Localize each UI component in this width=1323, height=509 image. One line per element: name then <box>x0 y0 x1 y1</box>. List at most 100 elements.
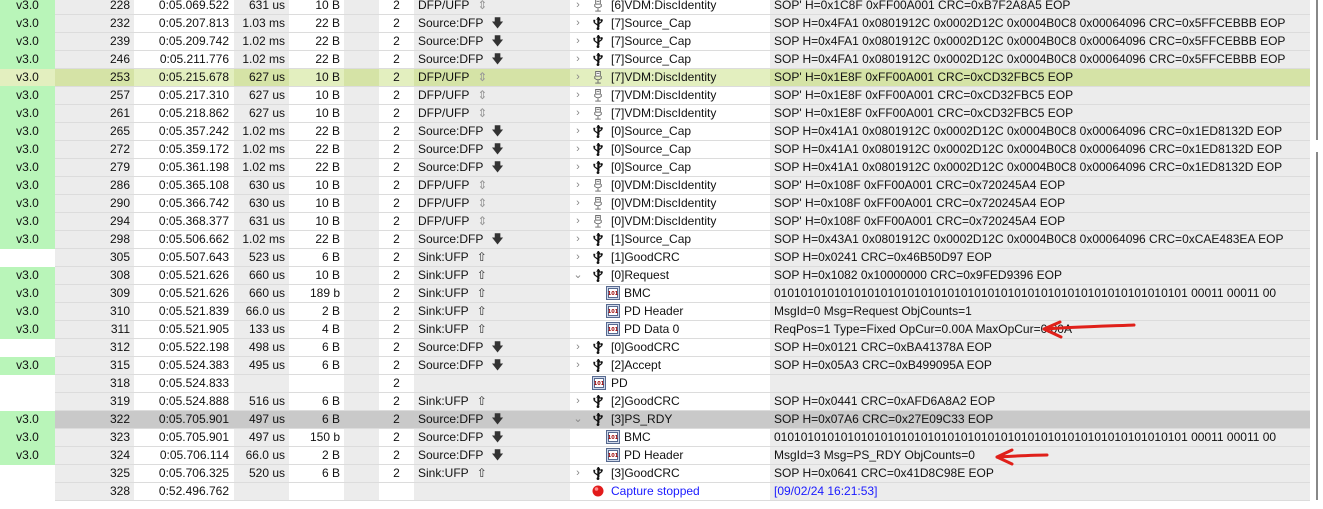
table-row[interactable]: v3.0 246 0:05.211.776 1.02 ms 22 B 2 Source:DF… <box>0 51 1310 69</box>
table-row[interactable]: v3.0 323 0:05.705.901 497 us 150 b 2 Source:DF… <box>0 429 1310 447</box>
tree-cell[interactable]: › [0]VDM:DiscIdentity <box>570 195 770 213</box>
table-row[interactable]: 312 0:05.522.198 498 us 6 B 2 Source:DFP 🡇 › [0]… <box>0 339 1310 357</box>
tree-cell[interactable]: 101 PD <box>570 375 770 393</box>
expand-chevron-icon[interactable]: › <box>573 51 583 68</box>
duration-cell: 1.02 ms <box>234 51 289 69</box>
collapse-chevron-icon[interactable]: ⌄ <box>573 267 583 284</box>
version-cell: v3.0 <box>0 105 55 123</box>
expand-chevron-icon[interactable]: › <box>573 105 583 122</box>
tree-cell[interactable]: › [1]GoodCRC <box>570 249 770 267</box>
table-row[interactable]: 325 0:05.706.325 520 us 6 B 2 Sink:UFP ⇧ › [3]Go… <box>0 465 1310 483</box>
expand-chevron-icon[interactable]: › <box>573 33 583 50</box>
tree-cell[interactable]: › [0]Source_Cap <box>570 123 770 141</box>
tree-cell[interactable]: › [0]GoodCRC <box>570 339 770 357</box>
up-arrow-icon: ⇧ <box>476 268 487 282</box>
expand-chevron-icon[interactable]: › <box>573 393 583 410</box>
table-row[interactable]: v3.0 322 0:05.705.901 497 us 6 B 2 Source:DFP 🡇… <box>0 411 1310 429</box>
expand-chevron-icon[interactable]: › <box>573 195 583 212</box>
table-row[interactable]: v3.0 239 0:05.209.742 1.02 ms 22 B 2 Source:DF… <box>0 33 1310 51</box>
empty-cell <box>344 51 379 69</box>
role-label: Source:DFP <box>418 124 484 138</box>
tree-cell[interactable]: › [0]VDM:DiscIdentity <box>570 177 770 195</box>
tree-cell[interactable]: 101 PD Header <box>570 303 770 321</box>
tree-cell[interactable]: › [7]Source_Cap <box>570 51 770 69</box>
table-row[interactable]: v3.0 294 0:05.368.377 631 us 10 B 2 DFP/UFP ⇕ › [… <box>0 213 1310 231</box>
tree-cell[interactable]: › [0]VDM:DiscIdentity <box>570 213 770 231</box>
table-row[interactable]: v3.0 257 0:05.217.310 627 us 10 B 2 DFP/UFP ⇕ › [… <box>0 87 1310 105</box>
tree-cell[interactable]: › [7]VDM:DiscIdentity <box>570 87 770 105</box>
usb-icon <box>592 250 604 264</box>
duration-cell: 630 us <box>234 195 289 213</box>
tree-cell[interactable]: › [7]Source_Cap <box>570 15 770 33</box>
tree-cell[interactable]: ⌄ [3]PS_RDY <box>570 411 770 429</box>
role-label: Sink:UFP <box>418 394 469 408</box>
packet-name: [0]VDM:DiscIdentity <box>611 178 717 192</box>
expand-chevron-icon[interactable]: › <box>573 357 583 374</box>
collapse-chevron-icon[interactable]: ⌄ <box>573 411 583 428</box>
empty-cell <box>344 483 379 501</box>
expand-chevron-icon[interactable]: › <box>573 213 583 230</box>
tree-cell[interactable]: › [7]Source_Cap <box>570 33 770 51</box>
expand-chevron-icon[interactable]: › <box>573 249 583 266</box>
tree-cell[interactable]: 101 BMC <box>570 285 770 303</box>
expand-chevron-icon[interactable]: › <box>573 339 583 356</box>
channel-cell: 2 <box>379 267 414 285</box>
table-row[interactable]: v3.0 286 0:05.365.108 630 us 10 B 2 DFP/UFP ⇕ › [… <box>0 177 1310 195</box>
tree-cell[interactable]: 101 PD Data 0 <box>570 321 770 339</box>
table-row[interactable]: v3.0 261 0:05.218.862 627 us 10 B 2 DFP/UFP ⇕ › [… <box>0 105 1310 123</box>
table-row[interactable]: v3.0 253 0:05.215.678 627 us 10 B 2 DFP/UFP ⇕ › [… <box>0 69 1310 87</box>
expand-chevron-icon[interactable]: › <box>573 465 583 482</box>
expand-chevron-icon[interactable]: › <box>573 15 583 32</box>
packet-name: [0]Source_Cap <box>611 124 692 138</box>
scrollbar-track-upper[interactable] <box>1316 0 1318 140</box>
table-row[interactable]: v3.0 290 0:05.366.742 630 us 10 B 2 DFP/UFP ⇕ › [… <box>0 195 1310 213</box>
expand-chevron-icon[interactable]: › <box>573 177 583 194</box>
expand-chevron-icon[interactable]: › <box>573 159 583 176</box>
expand-chevron-icon[interactable]: › <box>573 87 583 104</box>
usb-icon <box>592 52 604 66</box>
table-row[interactable]: v3.0 232 0:05.207.813 1.03 ms 22 B 2 Source:DF… <box>0 15 1310 33</box>
table-row[interactable]: v3.0 309 0:05.521.626 660 us 189 b 2 Sink:UFP ⇧… <box>0 285 1310 303</box>
tree-cell[interactable]: › [0]Source_Cap <box>570 141 770 159</box>
tree-cell[interactable]: 101 PD Header <box>570 447 770 465</box>
tree-cell[interactable]: › [7]VDM:DiscIdentity <box>570 69 770 87</box>
empty-cell <box>344 447 379 465</box>
vertical-scrollbar[interactable] <box>1310 0 1323 509</box>
tree-cell[interactable]: › [2]Accept <box>570 357 770 375</box>
timestamp-cell: 0:05.705.901 <box>134 429 234 447</box>
tree-cell[interactable]: › [7]VDM:DiscIdentity <box>570 105 770 123</box>
tree-cell[interactable]: › [2]GoodCRC <box>570 393 770 411</box>
tree-cell[interactable]: › [1]Source_Cap <box>570 231 770 249</box>
table-row[interactable]: v3.0 298 0:05.506.662 1.02 ms 22 B 2 Source:DF… <box>0 231 1310 249</box>
table-row[interactable]: v3.0 279 0:05.361.198 1.02 ms 22 B 2 Source:DF… <box>0 159 1310 177</box>
expand-chevron-icon[interactable]: › <box>573 0 583 14</box>
table-row[interactable]: v3.0 308 0:05.521.626 660 us 10 B 2 Sink:UFP ⇧ ⌄… <box>0 267 1310 285</box>
index-cell: 272 <box>55 141 134 159</box>
channel-cell: 2 <box>379 465 414 483</box>
expand-chevron-icon[interactable]: › <box>573 123 583 140</box>
tree-cell[interactable]: › [0]Source_Cap <box>570 159 770 177</box>
tree-cell[interactable]: › [3]GoodCRC <box>570 465 770 483</box>
expand-chevron-icon[interactable]: › <box>573 141 583 158</box>
table-row[interactable]: 305 0:05.507.643 523 us 6 B 2 Sink:UFP ⇧ › [1]Go… <box>0 249 1310 267</box>
usb-icon <box>592 232 604 246</box>
tree-cell[interactable]: › [6]VDM:DiscIdentity <box>570 0 770 15</box>
table-row[interactable]: 328 0:52.496.762 Capture stopped [09/02/24 … <box>0 483 1310 501</box>
tree-cell[interactable]: ⌄ [0]Request <box>570 267 770 285</box>
table-row[interactable]: v3.0 265 0:05.357.242 1.02 ms 22 B 2 Source:DF… <box>0 123 1310 141</box>
table-row[interactable]: v3.0 228 0:05.069.522 631 us 10 B 2 DFP/UFP ⇕ › [… <box>0 0 1310 15</box>
expand-chevron-icon[interactable]: › <box>573 231 583 248</box>
table-row[interactable]: v3.0 272 0:05.359.172 1.02 ms 22 B 2 Source:DF… <box>0 141 1310 159</box>
table-row[interactable]: v3.0 324 0:05.706.114 66.0 us 2 B 2 Source:DFP… <box>0 447 1310 465</box>
table-row[interactable]: v3.0 311 0:05.521.905 133 us 4 B 2 Sink:UFP ⇧ 10… <box>0 321 1310 339</box>
table-row[interactable]: v3.0 310 0:05.521.839 66.0 us 2 B 2 Sink:UFP ⇧ 1… <box>0 303 1310 321</box>
tree-cell[interactable]: 101 BMC <box>570 429 770 447</box>
timestamp-cell: 0:05.524.833 <box>134 375 234 393</box>
expand-chevron-icon[interactable]: › <box>573 69 583 86</box>
table-row[interactable]: v3.0 315 0:05.524.383 495 us 6 B 2 Source:DFP 🡇… <box>0 357 1310 375</box>
tree-cell[interactable]: Capture stopped <box>570 483 770 501</box>
table-row[interactable]: 318 0:05.524.833 2 101 PD <box>0 375 1310 393</box>
scrollbar-track-lower[interactable] <box>1316 152 1318 500</box>
table-row[interactable]: 319 0:05.524.888 516 us 6 B 2 Sink:UFP ⇧ › [2]Go… <box>0 393 1310 411</box>
size-cell: 10 B <box>289 69 344 87</box>
